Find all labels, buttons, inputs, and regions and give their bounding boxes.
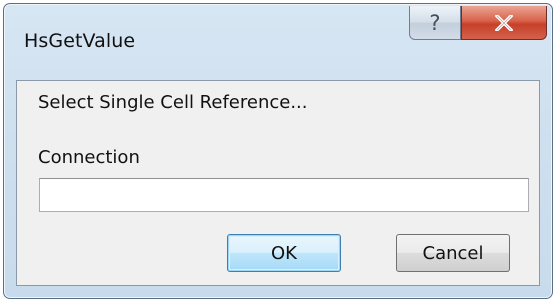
connection-input[interactable]	[39, 178, 529, 212]
connection-label: Connection	[38, 147, 140, 168]
window-title: HsGetValue	[24, 30, 136, 52]
close-button[interactable]	[461, 6, 547, 40]
close-icon	[495, 14, 513, 31]
ok-button[interactable]: OK	[227, 234, 341, 272]
cancel-button[interactable]: Cancel	[396, 234, 510, 272]
title-bar[interactable]: HsGetValue ?	[4, 4, 552, 82]
dialog-window: HsGetValue ? Select Single Cell Referenc…	[3, 3, 553, 299]
prompt-text: Select Single Cell Reference...	[38, 92, 308, 113]
dialog-body: Select Single Cell Reference... Connecti…	[16, 80, 540, 286]
help-button[interactable]: ?	[409, 6, 461, 40]
help-icon: ?	[429, 10, 441, 35]
